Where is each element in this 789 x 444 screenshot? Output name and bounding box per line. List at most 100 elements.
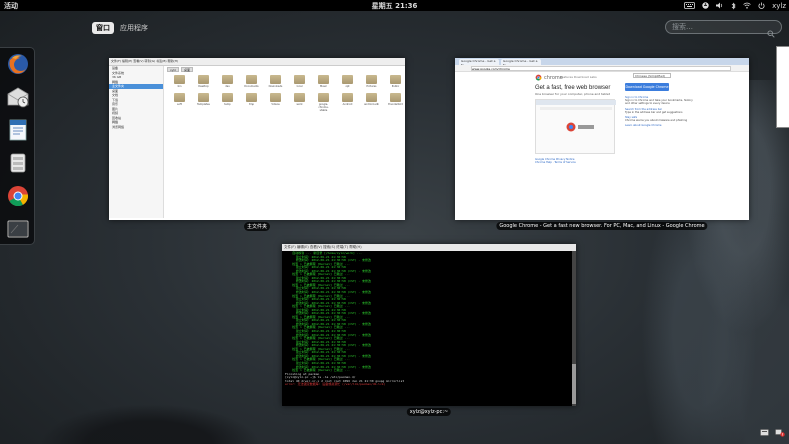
file-item[interactable]: soft: [171, 93, 188, 112]
bluetooth-icon[interactable]: [731, 2, 736, 10]
folder-icon: [222, 93, 233, 102]
file-label: Pictures: [366, 85, 377, 88]
files-icon[interactable]: [6, 151, 30, 175]
network-alert-icon[interactable]: [775, 422, 785, 441]
window-files[interactable]: 文件(F) 编辑(E) 查看(V) 转到(G) 书签(B) 帮助(H) xylz…: [109, 58, 405, 220]
feature-text: Chrome warns you about malware and phish…: [625, 119, 688, 123]
file-item[interactable]: Templates: [195, 93, 212, 112]
scrollbar-thumb[interactable]: [572, 364, 576, 404]
file-label: bin: [177, 85, 182, 88]
file-item[interactable]: google-chrome-stable: [315, 93, 332, 112]
file-item[interactable]: thunderbird: [387, 93, 404, 112]
accessibility-icon[interactable]: [702, 2, 709, 9]
chrome-tabstrip: Google Chrome - Get a fa... Google Chrom…: [455, 58, 749, 67]
file-item[interactable]: work: [291, 93, 308, 112]
path-segment[interactable]: xylz: [167, 67, 179, 72]
folder-icon: [174, 93, 185, 102]
volume-icon[interactable]: [716, 2, 724, 9]
file-item[interactable]: Desktop: [195, 75, 212, 88]
file-item[interactable]: temp: [219, 93, 236, 112]
mail-clock-icon[interactable]: [6, 85, 30, 109]
footer-link[interactable]: Chrome Help · Terms of Service: [535, 161, 576, 164]
feature-heading[interactable]: Learn about Google Chrome: [625, 124, 695, 127]
path-segment[interactable]: 桌面: [180, 67, 193, 72]
file-item[interactable]: Downloads: [267, 75, 284, 88]
file-item[interactable]: Videos: [267, 93, 284, 112]
file-label: Templates: [197, 103, 210, 106]
window-chrome[interactable]: Google Chrome - Get a fa... Google Chrom…: [455, 58, 749, 220]
file-item[interactable]: Documents: [243, 75, 260, 88]
folder-icon: [294, 93, 305, 102]
file-item[interactable]: Pictures: [363, 75, 380, 88]
file-label: android-sdk: [364, 103, 379, 106]
chrome-icon[interactable]: [6, 184, 30, 208]
file-label: Documents: [244, 85, 259, 88]
feature-text: Sign in to Chrome and take your bookmark…: [625, 99, 693, 106]
file-label: local: [296, 85, 303, 88]
file-item[interactable]: bin: [171, 75, 188, 88]
download-chrome-button[interactable]: Download Google Chrome: [625, 83, 669, 91]
network-icon[interactable]: [743, 2, 751, 9]
files-path-bar: xylz 桌面: [167, 67, 193, 72]
power-icon[interactable]: [758, 2, 765, 9]
message-tray: [760, 422, 785, 441]
file-item[interactable]: dev: [219, 75, 236, 88]
file-label: thunderbird: [388, 103, 403, 106]
file-item[interactable]: Music: [315, 75, 332, 88]
search-input[interactable]: [672, 23, 762, 31]
user-menu[interactable]: xylz: [772, 2, 786, 10]
terminal-icon[interactable]: [6, 217, 30, 241]
notification-icon[interactable]: [760, 422, 769, 441]
folder-icon: [342, 75, 353, 84]
folder-icon: [270, 75, 281, 84]
file-label: work: [296, 103, 303, 106]
file-label: Android: [342, 103, 353, 106]
folder-icon: [222, 75, 233, 84]
file-item[interactable]: tmp: [243, 93, 260, 112]
terminal-menubar[interactable]: 文件(F) 编辑(E) 查看(V) 搜索(S) 终端(T) 帮助(H): [282, 244, 576, 251]
chrome-footer: Google Chrome Privacy Notice Chrome Help…: [535, 158, 576, 164]
file-item[interactable]: Android: [339, 93, 356, 112]
dash: 文件: [0, 47, 35, 245]
chrome-side-features: Sign in to Chrome Sign in to Chrome and t…: [625, 94, 695, 128]
file-label: google-chrome-stable: [318, 103, 329, 112]
file-label: dev: [225, 85, 230, 88]
file-label: Desktop: [198, 85, 209, 88]
window-caption-chrome: Google Chrome - Get a fast new browser. …: [496, 222, 708, 230]
sidebar-item[interactable]: 浏览网络: [109, 125, 163, 130]
file-label: Videos: [271, 103, 280, 106]
file-item[interactable]: opt: [339, 75, 356, 88]
file-label: tmp: [248, 103, 254, 106]
file-item[interactable]: local: [291, 75, 308, 88]
folder-icon: [174, 75, 185, 84]
workspace-thumbnail[interactable]: [776, 46, 789, 128]
feature-text: Type in the address bar and get suggesti…: [625, 110, 683, 114]
folder-icon: [366, 93, 377, 102]
window-terminal[interactable]: 文件(F) 编辑(E) 查看(V) 搜索(S) 终端(T) 帮助(H) 自动移到…: [282, 244, 576, 406]
terminal-error-line: error: 无法锁定数据库: 设备或资源忙 (/var/lib/pacman/…: [285, 382, 386, 387]
terminal-scrollbar[interactable]: [572, 251, 576, 406]
tab-windows[interactable]: 窗口: [92, 22, 114, 34]
terminal-output[interactable]: 自动移到 ... 新目录 [/home/xylz/work] ... 建立时间:…: [282, 251, 576, 406]
search-icon: [767, 23, 775, 42]
activities-button[interactable]: 活动: [4, 1, 18, 11]
tab-applications[interactable]: 应用程序: [120, 23, 148, 33]
folder-icon: [390, 75, 401, 84]
firefox-icon[interactable]: [6, 52, 30, 76]
files-menu[interactable]: 文件(F) 编辑(E) 查看(V) 转到(G) 书签(B) 帮助(H): [111, 59, 178, 63]
system-tray: xylz: [684, 0, 786, 11]
folder-icon: [294, 75, 305, 84]
folder-icon: [270, 93, 281, 102]
clock[interactable]: 星期五 21:36: [372, 1, 418, 11]
chrome-url-input[interactable]: [471, 66, 731, 71]
writer-icon[interactable]: [6, 118, 30, 142]
files-menubar: 文件(F) 编辑(E) 查看(V) 转到(G) 书签(B) 帮助(H): [109, 58, 405, 66]
chrome-language-select[interactable]: Chinese (Simplified): [633, 73, 671, 78]
chrome-toolbar: [455, 65, 749, 72]
chrome-page-nav[interactable]: Features Download Labs: [560, 75, 597, 79]
file-item[interactable]: Public: [387, 75, 404, 88]
view-selector: 窗口 应用程序: [92, 22, 148, 34]
file-item[interactable]: android-sdk: [363, 93, 380, 112]
chrome-screenshot-icon: [536, 100, 616, 132]
keyboard-icon[interactable]: [684, 2, 695, 9]
